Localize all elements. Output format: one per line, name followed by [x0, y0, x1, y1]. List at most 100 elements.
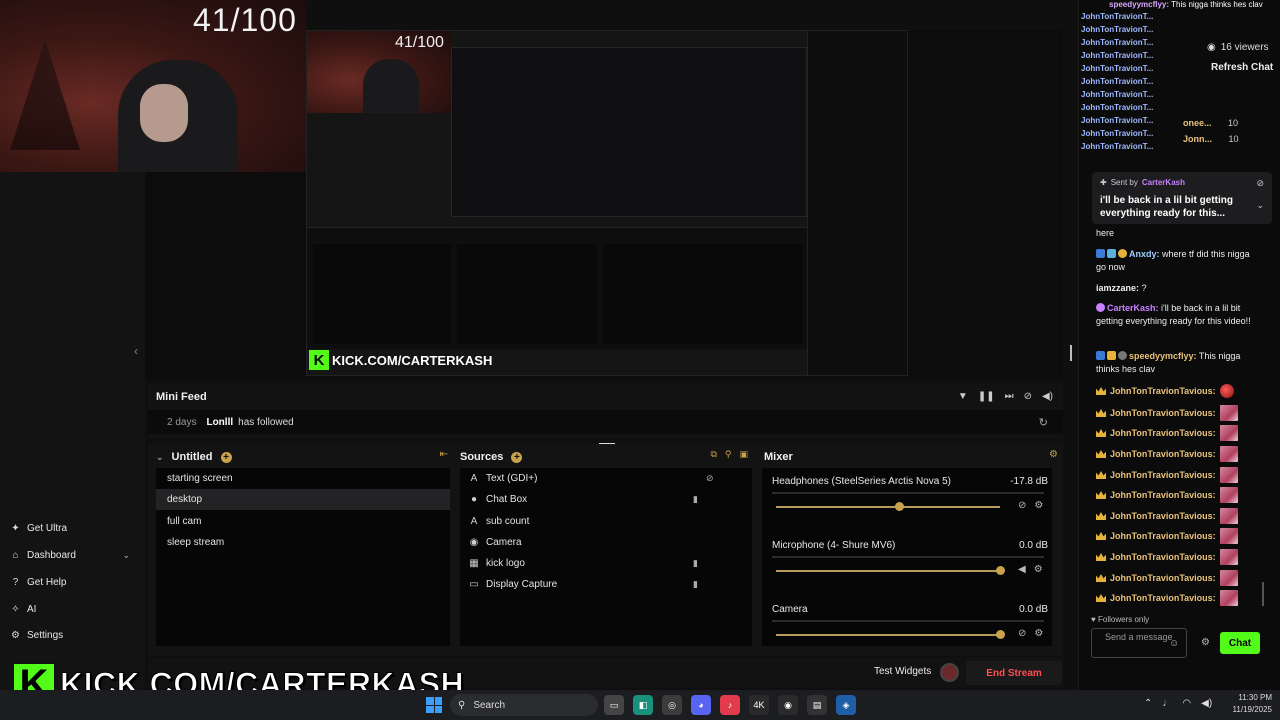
volume-knob[interactable]	[895, 502, 905, 511]
volume-icon[interactable]: ◀	[1018, 564, 1026, 575]
scene-item[interactable]: full cam	[156, 511, 450, 532]
volume-slider[interactable]	[776, 506, 1000, 508]
gear-icon[interactable]: ⚙	[1201, 637, 1210, 648]
message-user[interactable]: Anxdy:	[1129, 249, 1160, 259]
end-stream-button[interactable]: End Stream	[966, 661, 1062, 685]
add-scene-icon[interactable]: +	[220, 451, 232, 463]
chevron-down-icon[interactable]: ⌄	[156, 452, 164, 463]
discord-icon[interactable]: ◕	[691, 695, 711, 715]
message-user[interactable]: JohnTonTravionTavious:	[1110, 470, 1216, 480]
volume-knob[interactable]	[996, 566, 1005, 575]
music-icon[interactable]: ♪	[720, 695, 740, 715]
wifi-icon[interactable]: ◠	[1182, 698, 1191, 709]
message-user[interactable]: CarterKash:	[1107, 303, 1159, 313]
scene-item[interactable]: sleep stream	[156, 532, 450, 553]
nested-kick-overlay: K KICK.COM/CARTERKASH	[309, 349, 492, 371]
taskbar-search[interactable]: ⚲ Search	[450, 694, 598, 716]
crown-icon	[1096, 594, 1106, 602]
refresh-chat-button[interactable]: Refresh Chat	[1211, 62, 1273, 73]
group-icon[interactable]: ⧉	[710, 449, 716, 460]
chevron-down-icon[interactable]: ⌄	[1256, 200, 1264, 211]
emoji-icon[interactable]: ☺	[1169, 638, 1179, 649]
gear-icon[interactable]: ⚙	[1049, 449, 1058, 460]
mute-icon[interactable]: ⊘	[1018, 500, 1026, 511]
nav-get-help[interactable]: ? Get Help	[10, 577, 130, 588]
scene-collection-title[interactable]: Untitled	[172, 451, 213, 463]
add-source-icon[interactable]: +	[511, 451, 523, 463]
pause-icon[interactable]: ❚❚	[978, 391, 995, 402]
system-tray: ⌃ ♩ ◠ ◀)	[1144, 698, 1212, 709]
clock[interactable]: 11:30 PM 11/19/2025	[1226, 692, 1272, 716]
unpin-icon[interactable]: ⊘	[1256, 178, 1264, 189]
gear-icon[interactable]: ⚙	[1034, 500, 1043, 511]
send-chat-button[interactable]: Chat	[1220, 632, 1260, 654]
source-item[interactable]: ◉ Camera	[460, 532, 752, 553]
lock-icon[interactable]: ▮	[693, 558, 698, 569]
chrome-icon[interactable]: ◎	[662, 695, 682, 715]
message-user[interactable]: speedyymcflyy:	[1129, 351, 1197, 361]
source-item[interactable]: ▦ kick logo ▮	[460, 553, 752, 574]
test-widgets-button[interactable]: Test Widgets	[874, 666, 931, 677]
sources-tools: ⧉ ⚲ ▣	[710, 449, 748, 460]
transition-icon[interactable]: ⇤	[440, 449, 448, 460]
message-user[interactable]: JohnTonTravionTavious:	[1110, 552, 1216, 562]
source-item[interactable]: ▭ Display Capture ▮	[460, 574, 752, 595]
scene-item[interactable]: starting screen	[156, 468, 450, 489]
mute-alerts-icon[interactable]: ⊘	[1024, 391, 1032, 402]
lock-icon[interactable]: ▮	[693, 494, 698, 505]
scene-item-selected[interactable]: desktop	[156, 489, 450, 510]
pinned-message[interactable]: ✚ Sent by CarterKash ⊘ i'll be back in a l…	[1092, 172, 1272, 224]
app-icon[interactable]: 4K	[749, 695, 769, 715]
message-user[interactable]: JohnTonTravionTavious:	[1110, 408, 1216, 418]
message-user[interactable]: JohnTonTravionTavious:	[1110, 428, 1216, 438]
collapse-left-icon[interactable]: ‹	[134, 344, 138, 358]
lock-icon[interactable]: ▮	[693, 579, 698, 590]
speaker-icon[interactable]: ◀)	[1201, 698, 1212, 709]
chevron-up-icon[interactable]: ⌃	[1144, 698, 1152, 709]
emote-icon	[1219, 487, 1238, 503]
volume-slider[interactable]	[776, 634, 1000, 636]
gear-icon[interactable]: ⚙	[1034, 628, 1043, 639]
message-user[interactable]: JohnTonTravionTavious:	[1110, 511, 1216, 521]
level-meter	[772, 556, 1044, 558]
windows-start-icon[interactable]	[426, 697, 442, 713]
chat-scrollbar[interactable]	[1262, 582, 1264, 606]
feed-user[interactable]: Lonlll	[206, 417, 233, 428]
chevron-down-icon[interactable]: ⌄	[122, 550, 130, 561]
resize-handle[interactable]	[1070, 345, 1072, 361]
message-user[interactable]: JohnTonTravionTavious:	[1110, 449, 1216, 459]
nav-settings[interactable]: ⚙ Settings	[10, 630, 130, 641]
nav-get-ultra[interactable]: ✦ Get Ultra	[10, 523, 130, 534]
message-user[interactable]: JohnTonTravionTavious:	[1110, 573, 1216, 583]
mute-icon[interactable]: ⊘	[1018, 628, 1026, 639]
nav-ai[interactable]: ✧ AI	[10, 604, 130, 615]
filter-icon[interactable]: ⚲	[725, 449, 732, 460]
volume-knob[interactable]	[996, 630, 1005, 639]
app-icon[interactable]: ◈	[836, 695, 856, 715]
record-button[interactable]	[940, 663, 959, 682]
app-icon[interactable]: ◧	[633, 695, 653, 715]
message-user[interactable]: JohnTonTravionTavious:	[1110, 490, 1216, 500]
skip-icon[interactable]: ⏭	[1005, 391, 1014, 402]
message-user[interactable]: JohnTonTravionTavious:	[1110, 531, 1216, 541]
message-user[interactable]: JohnTonTravionTavious:	[1110, 593, 1216, 603]
app-icon[interactable]: ▤	[807, 695, 827, 715]
emote-icon	[1219, 425, 1238, 441]
volume-slider[interactable]	[776, 570, 1000, 572]
filter-icon[interactable]: ▼	[958, 391, 968, 402]
message-user[interactable]: iamzzane:	[1096, 283, 1139, 293]
gear-icon[interactable]: ⚙	[1034, 564, 1043, 575]
volume-icon[interactable]: ◀)	[1042, 391, 1053, 402]
source-item[interactable]: ● Chat Box ▮	[460, 489, 752, 510]
hidden-icon[interactable]: ⊘	[706, 473, 714, 484]
message-user[interactable]: JohnTonTravionTavious:	[1110, 386, 1216, 396]
folder-icon[interactable]: ▣	[739, 449, 748, 460]
mic-icon[interactable]: ♩	[1162, 698, 1172, 709]
controller-icon[interactable]: ◉	[778, 695, 798, 715]
spam-line: JohnTonTravionT...	[1081, 12, 1154, 21]
source-item[interactable]: A Text (GDI+) ⊘	[460, 468, 752, 489]
refresh-icon[interactable]: ↻	[1039, 416, 1048, 429]
task-view-icon[interactable]: ▭	[604, 695, 624, 715]
nav-dashboard[interactable]: ⌂ Dashboard ⌄	[10, 550, 130, 561]
source-item[interactable]: Asub count	[460, 511, 752, 532]
